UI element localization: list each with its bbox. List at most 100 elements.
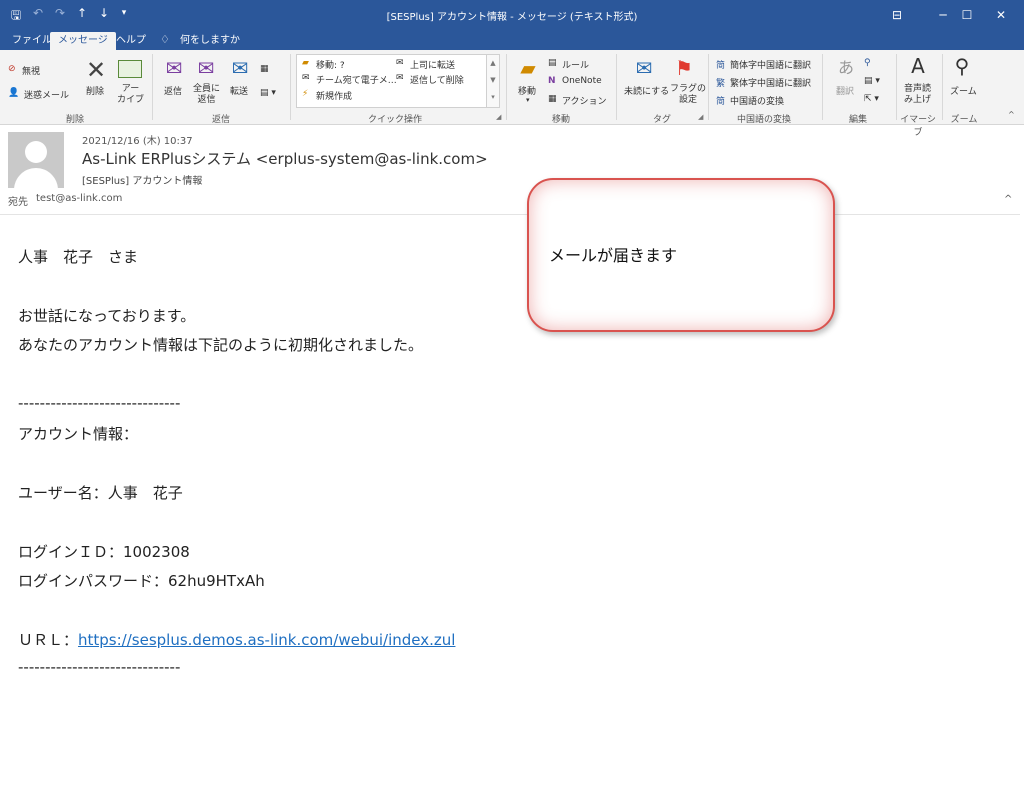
- message-sender[interactable]: As-Link ERPlusシステム <erplus-system@as-lin…: [82, 148, 488, 169]
- collapse-header-icon[interactable]: ^: [1004, 194, 1012, 205]
- archive-button[interactable]: アー カイブ: [117, 84, 144, 106]
- mark-unread-icon[interactable]: ✉: [632, 56, 656, 80]
- quick-reply-delete[interactable]: 返信して削除: [410, 73, 464, 86]
- group-separator: [708, 54, 709, 120]
- group-label-immersive: イマーシブ: [900, 115, 936, 138]
- body-username: ユーザー名：人事 花子: [18, 484, 183, 502]
- read-aloud-button[interactable]: 音声読 み上げ: [904, 84, 931, 106]
- quick-to-manager[interactable]: 上司に転送: [410, 58, 455, 71]
- junk-button[interactable]: 迷惑メール: [24, 88, 69, 101]
- rules-button[interactable]: ルール: [562, 58, 589, 71]
- body-line: お世話になっております。: [18, 307, 196, 325]
- gallery-scroll[interactable]: ▲ ▼ ▾: [486, 54, 500, 108]
- meeting-icon[interactable]: ▤ ▾: [260, 88, 276, 98]
- to-label: 宛先: [8, 197, 28, 208]
- convert-icon: 简: [716, 97, 726, 107]
- zoom-icon[interactable]: ⚲: [950, 54, 974, 78]
- forward-icon[interactable]: ✉: [228, 56, 252, 80]
- body-password: ログインパスワード：62hu9HTxAh: [18, 572, 265, 590]
- onenote-icon: N: [548, 76, 556, 86]
- convert-button[interactable]: 中国語の変換: [730, 94, 784, 107]
- ribbon-display-icon[interactable]: ⊟: [874, 0, 920, 30]
- simplified-button[interactable]: 簡体字中国語に翻訳: [730, 58, 811, 71]
- move-folder-icon: ▰: [302, 58, 309, 68]
- translate-button[interactable]: 翻訳: [836, 84, 854, 97]
- junk-icon: 👤: [8, 88, 20, 98]
- ribbon: ⊘ 無視 👤 迷惑メール ✕ 削除 アー カイブ 削除 ✉ 返信 ✉ 全員に 返…: [0, 50, 1024, 138]
- flag-icon[interactable]: ⚑: [672, 56, 696, 80]
- traditional-button[interactable]: 繁体字中国語に翻訳: [730, 76, 811, 89]
- callout-text: メールが届きます: [549, 246, 678, 265]
- find-icon[interactable]: ⚲: [864, 58, 871, 68]
- related-icon[interactable]: ▤ ▾: [864, 76, 880, 86]
- body-greeting: 人事 花子 さま: [18, 248, 139, 266]
- ignore-icon: ⊘: [8, 64, 16, 74]
- group-label-tags: タグ: [652, 115, 671, 125]
- quick-team-email[interactable]: チーム宛て電子メ…: [316, 73, 397, 86]
- message-subject: [SESPlus] アカウント情報: [82, 176, 203, 187]
- body-divider: ------------------------------: [18, 658, 181, 676]
- to-recipient[interactable]: test@as-link.com: [36, 193, 122, 204]
- tab-message[interactable]: メッセージ: [50, 32, 116, 50]
- title-bar: 🖫 ↶ ↷ ↑ ↓ ▾ [SESPlus] アカウント情報 - メッセージ (テ…: [0, 0, 1024, 30]
- group-label-chinese: 中国語の変換: [736, 115, 791, 125]
- group-label-delete: 削除: [65, 115, 84, 125]
- reply-button[interactable]: 返信: [164, 84, 182, 97]
- ribbon-tabs: ファイル メッセージ ヘルプ ♢ 何をしますか: [0, 30, 1024, 50]
- group-separator: [616, 54, 617, 120]
- traditional-icon: 繁: [716, 79, 726, 89]
- group-separator: [896, 54, 897, 120]
- body-login-id: ログインＩＤ：1002308: [18, 543, 190, 561]
- forward-button[interactable]: 転送: [230, 84, 248, 97]
- lightbulb-icon: ♢: [160, 33, 170, 46]
- callout-box: メールが届きます: [527, 178, 835, 332]
- group-label-edit: 編集: [848, 115, 867, 125]
- delete-button[interactable]: 削除: [86, 84, 104, 97]
- avatar: [8, 132, 64, 188]
- group-label-quick: クイック操作: [367, 115, 422, 125]
- quick-move[interactable]: 移動: ?: [316, 58, 345, 71]
- rules-icon: ▤: [548, 58, 557, 68]
- dialog-launcher-icon[interactable]: ◢: [496, 113, 501, 121]
- new-quick-icon: ⚡: [302, 89, 309, 99]
- more-respond-icon[interactable]: ▦: [260, 64, 269, 74]
- group-separator: [506, 54, 507, 120]
- mark-unread-button[interactable]: 未読にする: [624, 84, 669, 97]
- group-separator: [942, 54, 943, 120]
- manager-icon: ✉: [396, 58, 404, 68]
- avatar-head: [25, 141, 47, 163]
- onenote-button[interactable]: OneNote: [562, 76, 602, 86]
- reply-delete-icon: ✉: [396, 73, 404, 83]
- url-label: ＵＲＬ：: [18, 631, 79, 649]
- tab-help[interactable]: ヘルプ: [108, 32, 154, 50]
- quick-new[interactable]: 新規作成: [316, 89, 352, 102]
- body-url-line: ＵＲＬ：https://sesplus.demos.as-link.com/we…: [18, 629, 455, 650]
- simplified-icon: 简: [716, 61, 726, 71]
- collapse-ribbon-icon[interactable]: ^: [1008, 110, 1015, 119]
- tell-me-search[interactable]: 何をしますか: [172, 32, 248, 50]
- body-account-label: アカウント情報：: [18, 425, 139, 443]
- move-icon[interactable]: ▰: [516, 56, 540, 80]
- reply-all-button[interactable]: 全員に 返信: [193, 84, 220, 106]
- flag-button[interactable]: フラグの 設定: [670, 84, 706, 106]
- close-icon[interactable]: ✕: [978, 0, 1024, 30]
- url-link[interactable]: https://sesplus.demos.as-link.com/webui/…: [78, 631, 455, 649]
- reply-icon[interactable]: ✉: [162, 56, 186, 80]
- body-divider: ------------------------------: [18, 394, 181, 412]
- move-dropdown-icon[interactable]: ▾: [526, 96, 530, 104]
- actions-button[interactable]: アクション: [562, 94, 607, 107]
- read-aloud-icon[interactable]: A: [906, 54, 930, 78]
- ignore-button[interactable]: 無視: [22, 64, 40, 77]
- group-separator: [822, 54, 823, 120]
- select-icon[interactable]: ⇱ ▾: [864, 94, 879, 104]
- group-separator: [152, 54, 153, 120]
- dialog-launcher-icon[interactable]: ◢: [698, 113, 703, 121]
- header-divider: [0, 214, 1020, 215]
- translate-icon[interactable]: あ: [836, 54, 856, 78]
- delete-icon[interactable]: ✕: [84, 56, 108, 84]
- group-separator: [290, 54, 291, 120]
- zoom-button[interactable]: ズーム: [950, 84, 977, 97]
- reply-all-icon[interactable]: ✉: [194, 56, 218, 80]
- actions-icon: ▦: [548, 94, 557, 104]
- archive-icon[interactable]: [118, 60, 142, 78]
